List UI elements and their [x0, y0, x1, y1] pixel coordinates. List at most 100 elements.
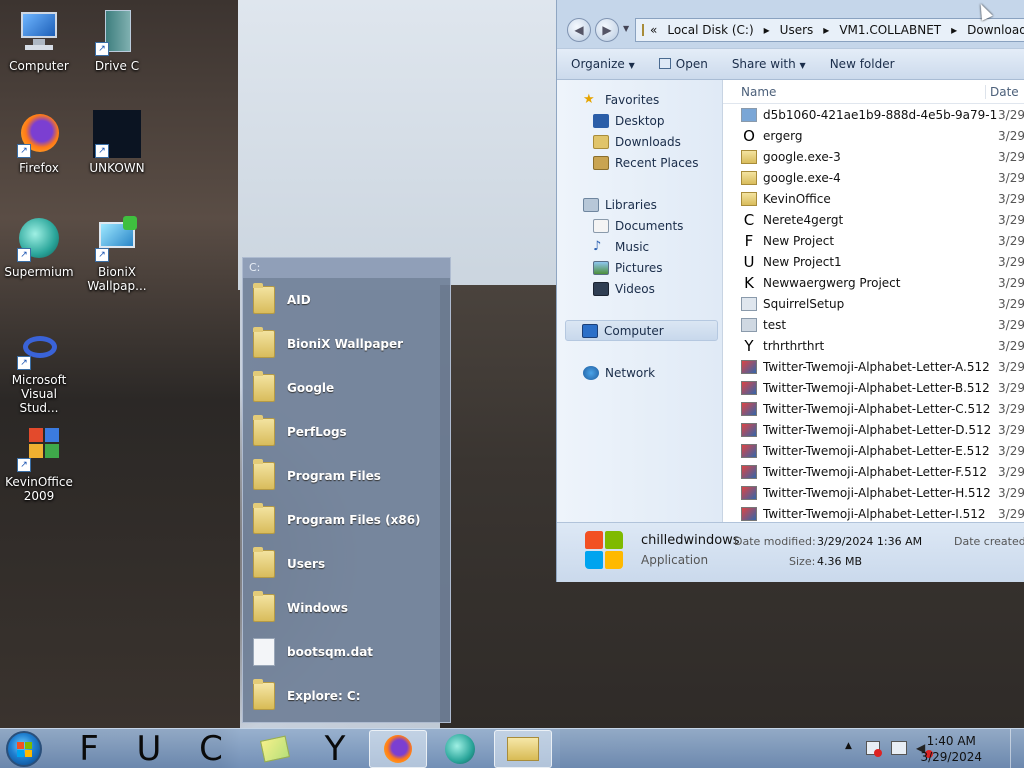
pictures-icon — [593, 260, 609, 275]
breadcrumb-local-disk[interactable]: Local Disk (C:) — [667, 23, 753, 37]
wallpaper-sky — [238, 0, 558, 290]
address-bar[interactable]: « Local Disk (C:) ▸ Users ▸ VM1.COLLABNET ▸… — [635, 18, 1024, 42]
open-button[interactable]: Open — [658, 57, 708, 71]
popup-item-perflogs[interactable]: PerfLogs — [243, 410, 450, 454]
desktop-icon-supermium[interactable]: ↗ Supermium — [0, 214, 78, 279]
share-with-button[interactable]: Share with ▼ — [732, 57, 806, 71]
popup-item-aid[interactable]: AID — [243, 278, 450, 322]
popup-item-bionix-wallpaper[interactable]: BioniX Wallpaper — [243, 322, 450, 366]
popup-title: C: — [243, 258, 450, 278]
nav-favorites[interactable]: ★ Favorites — [557, 89, 722, 110]
shortcut-arrow-icon: ↗ — [17, 144, 31, 158]
taskbar-supermium[interactable] — [431, 730, 489, 768]
details-pane: chilledwindows Application Date modified… — [557, 522, 1024, 582]
show-hidden-icons-button[interactable]: ▲ — [845, 741, 852, 751]
breadcrumb-downloads[interactable]: Downloads — [967, 23, 1024, 37]
file-row[interactable]: Oergerg 3/29 — [723, 125, 1024, 146]
taskbar-firefox[interactable] — [369, 730, 427, 768]
file-row[interactable]: d5b1060-421ae1b9-888d-4e5b-9a79-168f...3… — [723, 104, 1024, 125]
desktop-icon-computer[interactable]: Computer — [0, 8, 78, 73]
organize-button[interactable]: Organize ▼ — [571, 57, 635, 71]
clock-date: 3/29/2024 — [920, 750, 982, 764]
clock[interactable]: 1:40 AM 3/29/2024 — [920, 733, 982, 765]
nav-libraries[interactable]: Libraries — [557, 194, 722, 215]
nav-computer[interactable]: Computer — [565, 320, 718, 341]
windows-logo-icon — [585, 531, 625, 571]
file-row[interactable]: google.exe-3 3/29 — [723, 146, 1024, 167]
breadcrumb-vm1-collabnet[interactable]: VM1.COLLABNET — [839, 23, 941, 37]
file-row[interactable]: Twitter-Twemoji-Alphabet-Letter-A.512 3/2… — [723, 356, 1024, 377]
address-overflow[interactable]: « — [650, 23, 657, 37]
show-desktop-button[interactable] — [1010, 729, 1024, 768]
nav-documents[interactable]: Documents — [557, 215, 722, 236]
file-row[interactable]: Twitter-Twemoji-Alphabet-Letter-C.512 3/2… — [723, 398, 1024, 419]
nav-videos[interactable]: Videos — [557, 278, 722, 299]
taskbar: F U C Y ▲ ◀ 1:40 AM 3/29/2024 — [0, 728, 1024, 768]
popup-item-windows[interactable]: Windows — [243, 586, 450, 630]
file-row[interactable]: SquirrelSetup 3/29 — [723, 293, 1024, 314]
breadcrumb-chevron-icon[interactable]: ▸ — [823, 23, 829, 37]
file-row[interactable]: Twitter-Twemoji-Alphabet-Letter-H.512 3/2… — [723, 482, 1024, 503]
taskbar-pin-files[interactable] — [246, 730, 304, 768]
network-icon[interactable] — [891, 741, 907, 755]
popup-item-explore-c[interactable]: Explore: C: — [243, 674, 450, 718]
taskbar-pin-u[interactable]: U — [120, 729, 178, 768]
popup-item-program-files[interactable]: Program Files — [243, 454, 450, 498]
nav-desktop[interactable]: Desktop — [557, 110, 722, 131]
breadcrumb-users[interactable]: Users — [780, 23, 814, 37]
popup-item-bootsqm[interactable]: bootsqm.dat — [243, 630, 450, 674]
desktop-icon-drive-c[interactable]: ↗ Drive C — [78, 8, 156, 73]
new-folder-button[interactable]: New folder — [830, 57, 895, 71]
file-row[interactable]: Twitter-Twemoji-Alphabet-Letter-B.512 3/2… — [723, 377, 1024, 398]
file-row[interactable]: Twitter-Twemoji-Alphabet-Letter-I.512 3/2… — [723, 503, 1024, 522]
command-bar: Organize ▼ Open Share with ▼ New folder — [557, 48, 1024, 80]
history-dropdown-icon[interactable]: ▼ — [623, 24, 629, 33]
file-row[interactable]: C Nerete4gergt 3/29 — [723, 209, 1024, 230]
file-row[interactable]: Twitter-Twemoji-Alphabet-Letter-D.512 3/2… — [723, 419, 1024, 440]
desktop-icon-unkown[interactable]: ↗ UNKOWN — [78, 110, 156, 175]
file-row[interactable]: K Newwaergwerg Project 3/29 — [723, 272, 1024, 293]
nav-recent-places[interactable]: Recent Places — [557, 152, 722, 173]
back-button[interactable]: ◀ — [567, 18, 591, 42]
file-row[interactable]: Twitter-Twemoji-Alphabet-Letter-E.512 3/2… — [723, 440, 1024, 461]
breadcrumb-chevron-icon[interactable]: ▸ — [951, 23, 957, 37]
breadcrumb-chevron-icon[interactable]: ▸ — [764, 23, 770, 37]
popup-item-users[interactable]: Users — [243, 542, 450, 586]
image-file-icon — [741, 422, 757, 437]
file-date: 3/29 — [998, 233, 1024, 248]
taskbar-pin-c[interactable]: C — [182, 729, 240, 768]
popup-item-program-files-x86[interactable]: Program Files (x86) — [243, 498, 450, 542]
file-row[interactable]: Ytrhrthrthrt 3/29 — [723, 335, 1024, 356]
nav-music[interactable]: ♪ Music — [557, 236, 722, 257]
chevron-down-icon: ▼ — [628, 61, 635, 70]
file-row[interactable]: Twitter-Twemoji-Alphabet-Letter-F.512 3/2… — [723, 461, 1024, 482]
file-name: Twitter-Twemoji-Alphabet-Letter-I.512 — [763, 506, 986, 521]
computer-icon — [15, 8, 63, 56]
taskbar-explorer[interactable] — [494, 730, 552, 768]
taskbar-pin-y[interactable]: Y — [306, 729, 364, 768]
taskbar-pin-f[interactable]: F — [60, 729, 118, 768]
chevron-down-icon: ▼ — [799, 61, 806, 70]
file-row[interactable]: test 3/29 — [723, 314, 1024, 335]
desktop-icon-label: Firefox — [19, 161, 59, 175]
desktop-icon-visual-studio[interactable]: ↗ Microsoft Visual Stud... — [0, 330, 78, 415]
desktop-icon-bionix[interactable]: ↗ BioniX Wallpap... — [78, 214, 156, 293]
desktop-icon-kevinoffice[interactable]: ↗ KevinOffice 2009 — [0, 424, 78, 503]
popup-item-google[interactable]: Google — [243, 366, 450, 410]
file-row[interactable]: U New Project1 3/29 — [723, 251, 1024, 272]
action-center-icon[interactable] — [866, 741, 882, 757]
column-name[interactable]: Name — [723, 85, 985, 99]
nav-pictures[interactable]: Pictures — [557, 257, 722, 278]
forward-button[interactable]: ▶ — [595, 18, 619, 42]
nav-network[interactable]: Network — [557, 362, 722, 383]
file-row[interactable]: google.exe-4 3/29 — [723, 167, 1024, 188]
desktop-icon-label: UNKOWN — [89, 161, 145, 175]
file-row[interactable]: F New Project 3/29 — [723, 230, 1024, 251]
column-date[interactable]: Date — [985, 84, 1019, 99]
file-row[interactable]: KevinOffice 3/29 — [723, 188, 1024, 209]
start-button[interactable] — [6, 731, 42, 767]
nav-downloads[interactable]: Downloads — [557, 131, 722, 152]
desktop-icon-label: Drive C — [94, 59, 140, 73]
recent-places-icon — [593, 155, 609, 170]
desktop-icon-firefox[interactable]: ↗ Firefox — [0, 110, 78, 175]
